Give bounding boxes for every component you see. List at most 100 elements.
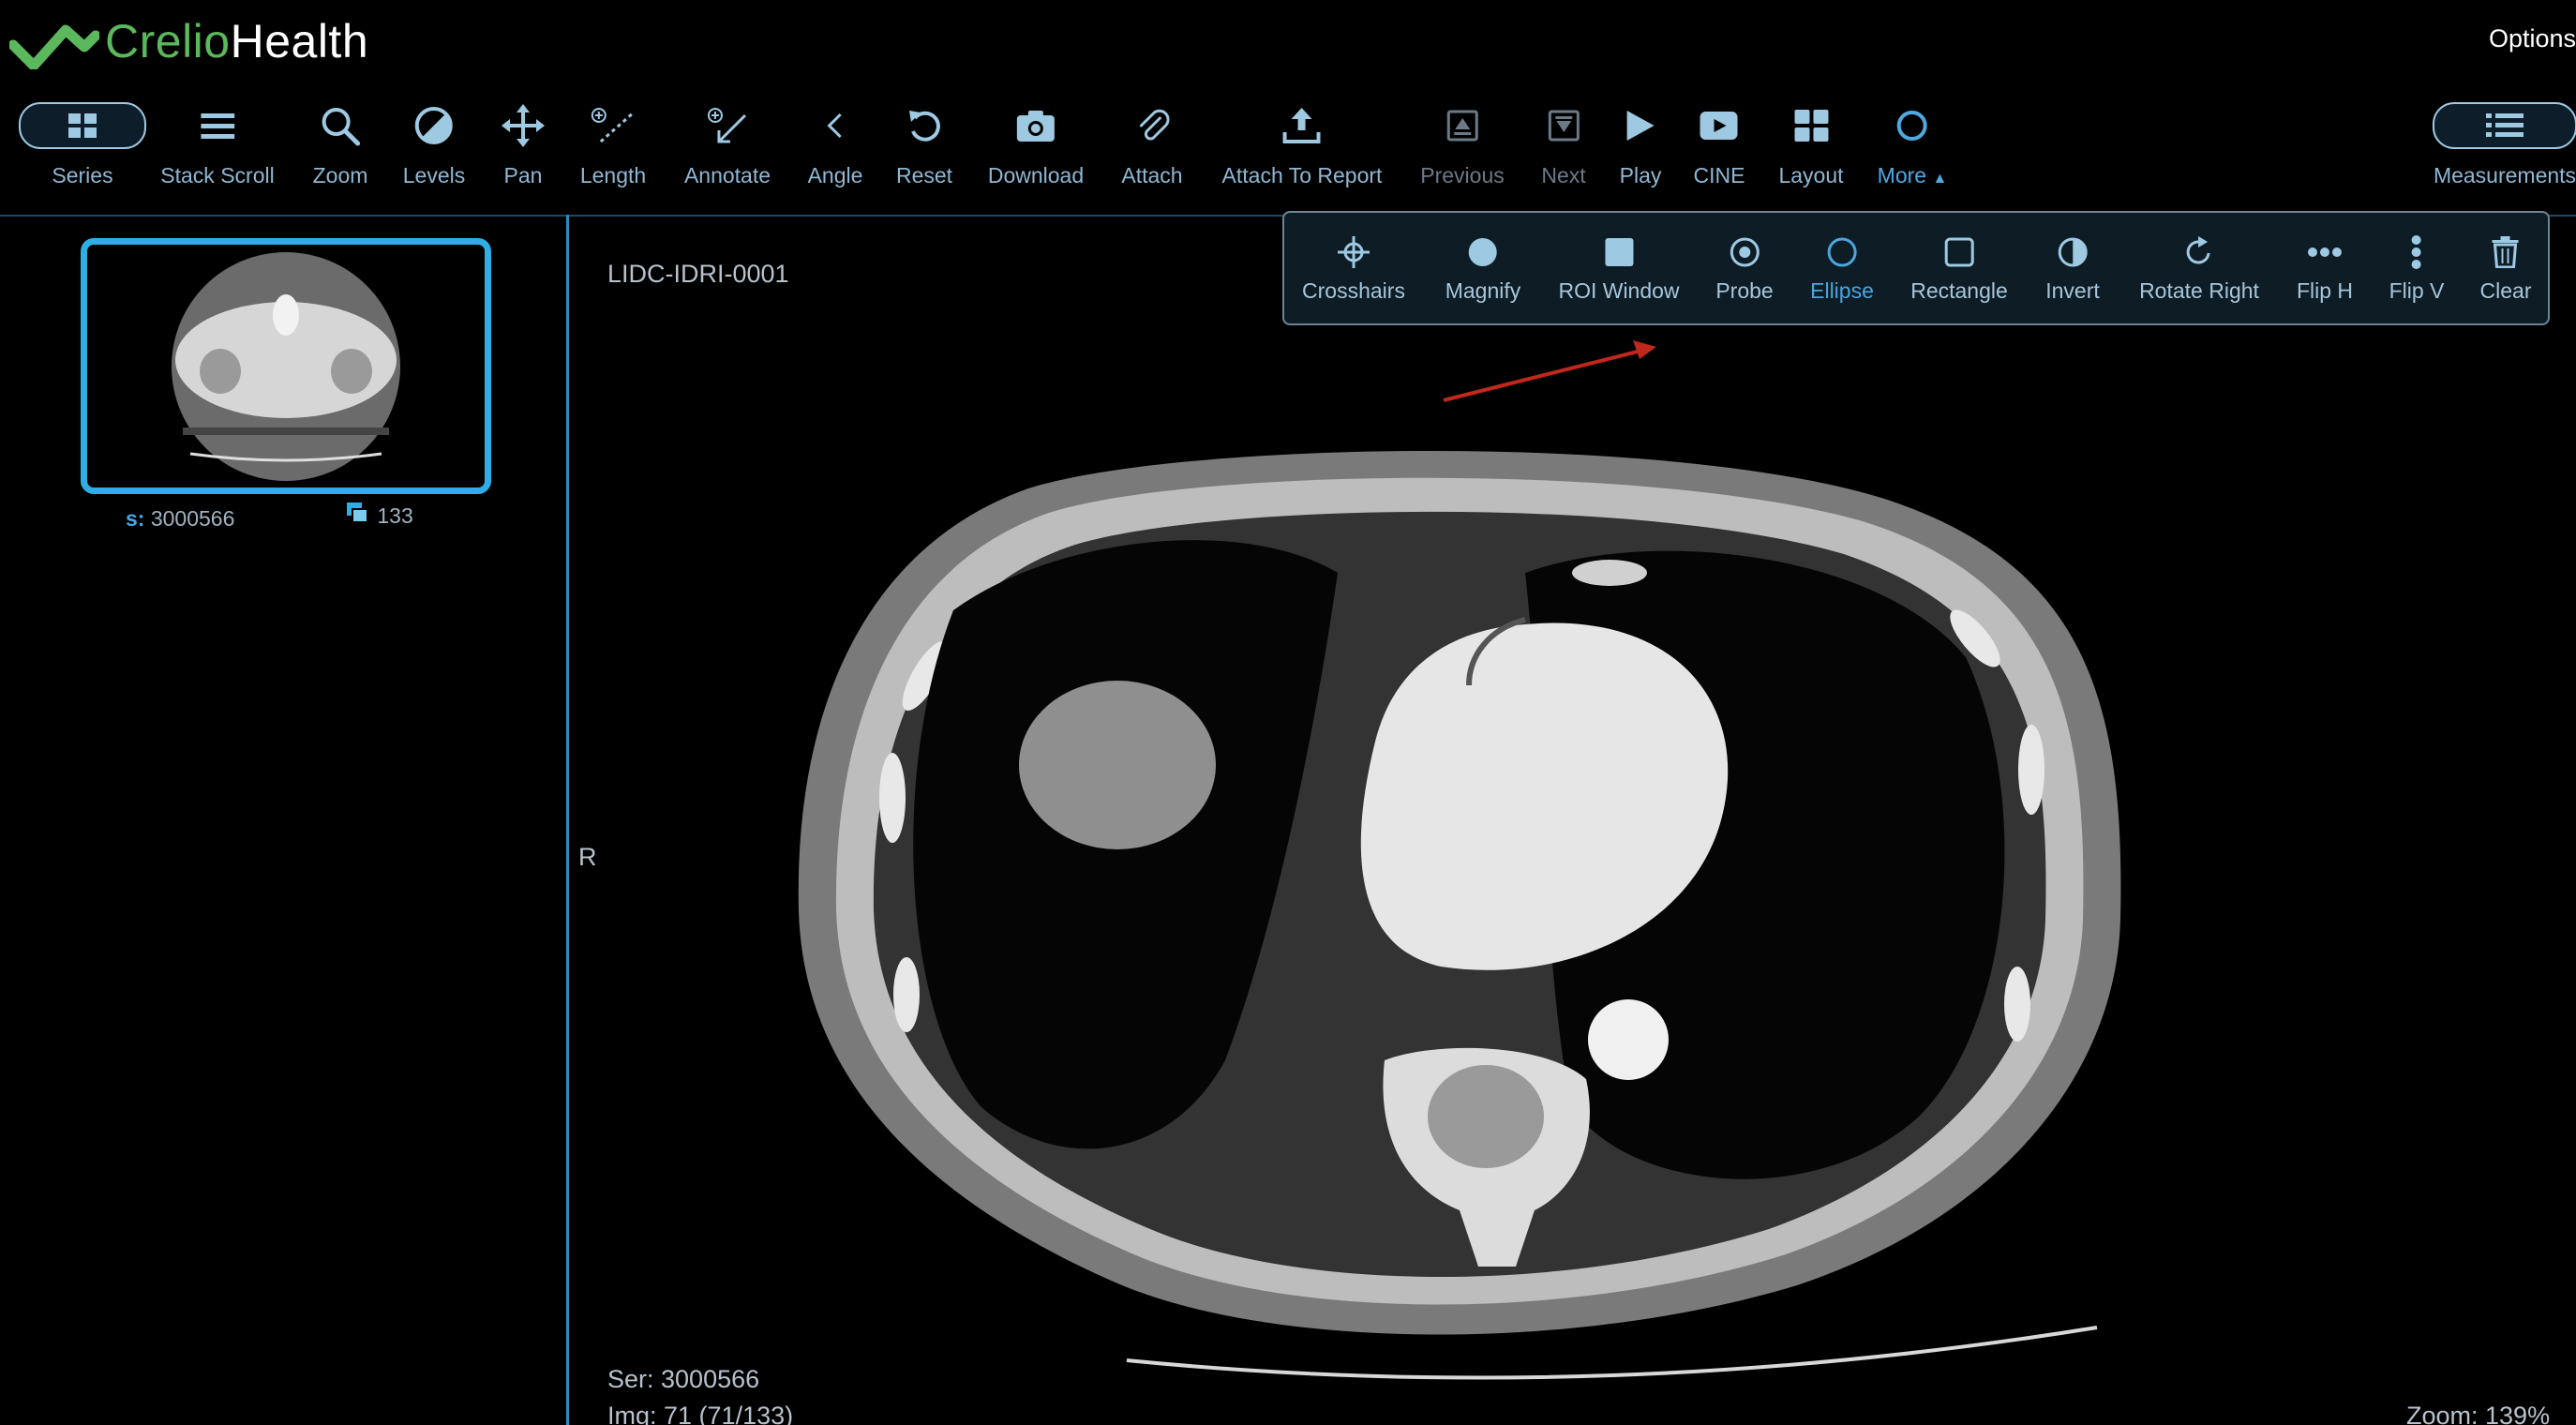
main-toolbar: Series Stack Scroll Zoom Levels Pan Leng… [0,94,2576,206]
play-icon [1627,111,1655,141]
roi-window-label: ROI Window [1558,278,1680,303]
zoom-info-overlay: Zoom: 139% [2406,1402,2551,1425]
previous-label: Previous [1420,163,1505,188]
series-info-overlay: Ser: 3000566 [607,1365,760,1393]
rotate-right-label: Rotate Right [2139,278,2259,303]
stack-scroll-label: Stack Scroll [160,163,275,188]
series-prefix: s: [126,506,145,531]
zoom-label: Zoom [312,163,368,188]
ellipse-button[interactable]: Ellipse [1810,232,1874,304]
clear-button[interactable]: Clear [2479,232,2532,304]
dicom-viewport[interactable]: LIDC-IDRI-0001 R Ser: 3000566 Img: 71 (7… [569,217,2576,1425]
flip-v-label: Flip V [2389,278,2445,303]
orientation-marker: R [578,843,597,871]
pan-button[interactable]: Pan [502,94,545,188]
measurements-button[interactable]: Measurements [2433,94,2576,188]
crosshairs-label: Crosshairs [1302,278,1405,303]
angle-label: Angle [807,163,863,188]
upload-icon [1283,108,1321,143]
pan-label: Pan [503,163,543,188]
horizontal-dots-icon [2308,248,2342,257]
patient-id-overlay: LIDC-IDRI-0001 [607,260,789,288]
length-button[interactable]: Length [580,94,646,188]
probe-button[interactable]: Probe [1715,232,1774,304]
target-dot-icon [1730,237,1760,267]
attach-button[interactable]: Attach [1121,94,1183,188]
next-button[interactable]: Next [1541,94,1586,188]
series-thumbnail[interactable] [81,238,491,494]
crosshairs-button[interactable]: Crosshairs [1302,232,1405,304]
more-tools-menu: Crosshairs Magnify ROI Window Probe Elli… [1282,211,2550,325]
flip-h-button[interactable]: Flip H [2297,232,2353,304]
length-label: Length [579,163,647,188]
angle-icon [827,112,843,139]
clear-label: Clear [2479,278,2532,303]
previous-frame-icon [1446,110,1478,142]
invert-button[interactable]: Invert [2045,232,2100,304]
filled-circle-icon [1468,238,1497,266]
play-label: Play [1619,163,1662,188]
flip-h-label: Flip H [2296,278,2354,303]
series-number-info: s: 3000566 [126,506,234,532]
options-menu[interactable]: Options [2489,24,2576,53]
trash-icon [2493,236,2519,268]
rotate-right-button[interactable]: Rotate Right [2139,232,2259,304]
roi-window-button[interactable]: ROI Window [1558,232,1680,304]
annotate-label: Annotate [683,163,771,188]
ellipse-icon [1896,111,1927,141]
zoom-button[interactable]: Zoom [312,94,368,188]
magnify-button[interactable]: Magnify [1445,232,1521,304]
series-label: Series [52,163,113,188]
grid-icon [68,113,97,138]
vertical-dots-icon [2411,235,2421,269]
image-count-info: 133 [347,502,413,529]
list-icon [2486,113,2524,137]
stacked-images-icon [347,502,368,523]
rectangle-label: Rectangle [1910,278,2008,303]
ellipse-label: Ellipse [1810,278,1874,303]
series-number: 3000566 [150,506,235,531]
invert-label: Invert [2045,278,2100,303]
flip-v-button[interactable]: Flip V [2389,232,2445,304]
cine-button[interactable]: CINE [1694,94,1745,188]
series-button[interactable]: Series [19,94,146,188]
layout-button[interactable]: Layout [1778,94,1844,188]
magnifier-icon [322,108,361,146]
magnify-label: Magnify [1445,278,1521,303]
ruler-line-icon [591,108,634,143]
cine-label: CINE [1693,163,1745,188]
ellipse-icon [1827,237,1857,267]
attach-to-report-button[interactable]: Attach To Report [1222,94,1382,188]
square-outline-icon [1944,237,1974,267]
crelio-health-logo: Crelio Health [9,13,368,69]
image-info-overlay: Img: 71 (71/133) [607,1402,794,1425]
ct-scan-image [798,340,2121,1380]
angle-button[interactable]: Angle [807,94,863,188]
stack-scroll-button[interactable]: Stack Scroll [160,94,275,188]
caret-up-icon: ▲ [1932,171,1948,187]
checkmark-logo-icon [9,24,99,69]
previous-button[interactable]: Previous [1420,94,1505,188]
camera-icon [1016,111,1055,142]
levels-button[interactable]: Levels [403,94,465,188]
download-button[interactable]: Download [988,94,1084,188]
measurements-label: Measurements [2433,163,2576,188]
layout-grid-icon [1794,110,1828,142]
probe-label: Probe [1715,278,1774,303]
more-button[interactable]: More ▲ [1878,94,1948,188]
brand-name-part1: Crelio [105,15,231,68]
play-button[interactable]: Play [1619,94,1662,188]
brand-name-part2: Health [230,15,369,68]
undo-icon [909,111,940,142]
rectangle-button[interactable]: Rectangle [1910,232,2008,304]
annotate-button[interactable]: Annotate [684,94,771,188]
filled-square-icon [1605,238,1633,266]
rotate-right-icon [2186,236,2210,264]
reset-button[interactable]: Reset [896,94,952,188]
half-circle-icon [2058,237,2088,267]
levels-label: Levels [402,163,466,188]
next-label: Next [1541,163,1586,188]
contrast-icon [414,107,453,144]
layout-label: Layout [1778,163,1844,188]
bars-icon [201,113,234,139]
